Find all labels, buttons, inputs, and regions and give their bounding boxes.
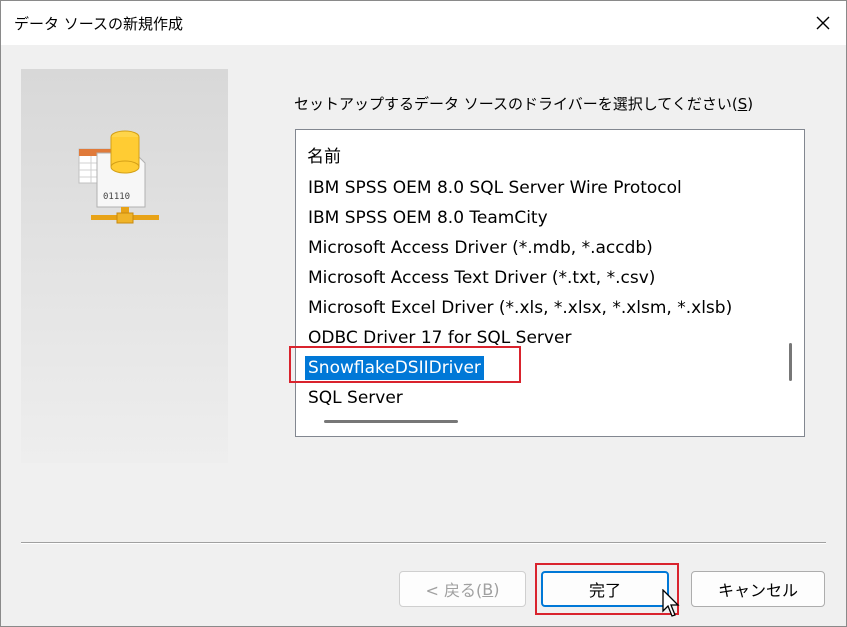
window-title: データ ソースの新規作成: [14, 15, 184, 33]
close-button[interactable]: [800, 1, 846, 45]
list-item-selected[interactable]: SnowflakeDSIIDriver: [296, 353, 786, 383]
list-item[interactable]: IBM SPSS OEM 8.0 SQL Server Wire Protoco…: [296, 173, 786, 203]
list-item[interactable]: ODBC Driver 17 for SQL Server: [296, 323, 786, 353]
dialog-window: データ ソースの新規作成 01110 セットアップするデータ ソースのドライバー…: [0, 0, 847, 627]
binary-label: 01110: [103, 192, 130, 202]
list-item[interactable]: IBM SPSS OEM 8.0 TeamCity: [296, 203, 786, 233]
column-header-name[interactable]: 名前: [307, 142, 341, 167]
driver-select-prompt: セットアップするデータ ソースのドライバーを選択してください(S): [294, 95, 754, 113]
close-icon: [816, 16, 830, 30]
list-item[interactable]: Microsoft Excel Driver (*.xls, *.xlsx, *…: [296, 293, 786, 323]
footer-divider: [21, 542, 826, 544]
vertical-scrollbar-thumb[interactable]: [789, 343, 792, 381]
mouse-cursor-icon: [662, 589, 680, 617]
finish-button[interactable]: 完了: [541, 571, 669, 607]
list-item[interactable]: SQL Server: [296, 383, 786, 413]
wizard-side-panel: 01110: [21, 69, 228, 463]
title-bar: データ ソースの新規作成: [1, 1, 846, 45]
list-item[interactable]: Microsoft Access Text Driver (*.txt, *.c…: [296, 263, 786, 293]
horizontal-scrollbar-thumb[interactable]: [324, 420, 458, 423]
list-item[interactable]: Microsoft Access Driver (*.mdb, *.accdb): [296, 233, 786, 263]
driver-listbox[interactable]: 名前 IBM SPSS OEM 8.0 SQL Server Wire Prot…: [295, 129, 805, 437]
driver-list: IBM SPSS OEM 8.0 SQL Server Wire Protoco…: [296, 173, 786, 413]
cancel-button[interactable]: キャンセル: [691, 571, 825, 607]
back-button[interactable]: < 戻る(B): [399, 571, 526, 607]
database-driver-icon: 01110: [78, 130, 159, 224]
